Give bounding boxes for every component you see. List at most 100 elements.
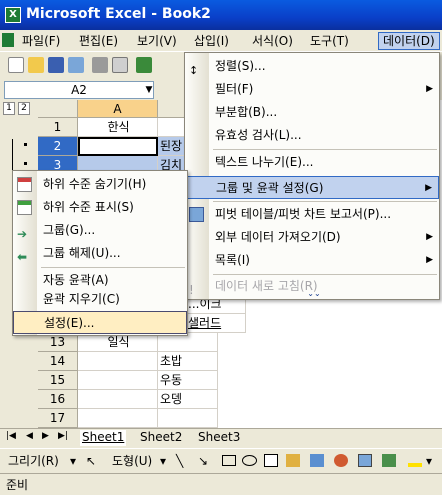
menu-edit[interactable]: 편집(E) (75, 32, 122, 50)
window-title: Microsoft Excel - Book2 (26, 6, 211, 22)
tab-sheet3[interactable]: Sheet3 (196, 430, 242, 446)
hide-detail-icon (17, 177, 32, 192)
menu-data[interactable]: 데이터(D) (378, 32, 440, 50)
menu-item-subtotals[interactable]: 부분합(B)... (185, 101, 439, 124)
open-icon[interactable] (28, 57, 44, 73)
name-box[interactable]: A2 (4, 81, 154, 99)
clipart-icon[interactable] (334, 454, 348, 467)
row-header[interactable]: 17 (38, 409, 78, 428)
arrow-icon[interactable]: ↘ (198, 453, 208, 469)
submenu-arrow-icon: ▶ (426, 255, 433, 265)
menu-format[interactable]: 서식(O) (248, 32, 297, 50)
fill-color-icon[interactable] (408, 454, 422, 467)
menu-item-text-to-columns[interactable]: 텍스트 나누기(E)... (185, 151, 439, 174)
cell-b12[interactable]: 샐러드 (186, 314, 246, 333)
rectangle-icon[interactable] (222, 455, 236, 466)
sheet-tab-bar: |◀ ◀ ▶ ▶| Sheet1 Sheet2 Sheet3 (0, 428, 442, 446)
first-sheet-icon[interactable]: |◀ (6, 431, 16, 441)
menu-item-import-data[interactable]: 외부 데이터 가져오기(D) ▶ (185, 226, 439, 249)
status-bar (0, 473, 442, 495)
data-menu: ↕ 정렬(S)... 필터(F) ▶ 부분합(B)... 유효성 검사(L)..… (184, 52, 440, 300)
print-preview-icon[interactable] (112, 57, 128, 73)
insert-picture-icon[interactable] (358, 454, 372, 467)
drawing-toolbar: 그리기(R) ▾ ↖ 도형(U) ▾ ╲ ↘ ▾ (0, 448, 442, 472)
last-sheet-icon[interactable]: ▶| (58, 431, 68, 441)
permission-icon[interactable] (68, 57, 84, 73)
cell-a14[interactable] (78, 352, 158, 371)
outline-level-2-button[interactable]: 2 (18, 102, 30, 115)
submenu-arrow-icon: ▶ (426, 84, 433, 94)
exclamation-icon: ! (189, 283, 194, 297)
row-header[interactable]: 14 (38, 352, 78, 371)
pivot-table-icon (189, 207, 204, 222)
submenu-arrow-icon: ▶ (425, 183, 432, 193)
cell-b15[interactable]: 우동 (158, 371, 218, 390)
chevron-down-icon[interactable]: ▼ (143, 82, 155, 98)
tab-sheet1[interactable]: Sheet1 (80, 430, 127, 446)
cell-a2[interactable] (78, 137, 158, 156)
cell-a15[interactable] (78, 371, 158, 390)
select-objects-icon[interactable]: ↖ (86, 453, 96, 469)
dropdown-arrow-icon[interactable]: ▾ (160, 453, 166, 469)
row-header[interactable]: 16 (38, 390, 78, 409)
oval-icon[interactable] (242, 455, 257, 466)
menu-tools[interactable]: 도구(T) (306, 32, 353, 50)
menu-view[interactable]: 보기(V) (133, 32, 181, 50)
sort-icon: ↕ (189, 64, 199, 77)
row-header[interactable]: 15 (38, 371, 78, 390)
excel-app-icon[interactable]: X (5, 7, 21, 23)
select-all-corner[interactable] (38, 100, 78, 118)
next-sheet-icon[interactable]: ▶ (42, 431, 49, 441)
menu-item-group-outline[interactable]: 그룹 및 윤곽 설정(G) ▶ (185, 176, 439, 199)
menu-item-settings[interactable]: 설정(E)... (13, 311, 187, 334)
expand-menu-chevron-icon[interactable]: ⌄⌄ (307, 289, 321, 299)
row-header[interactable]: 1 (38, 118, 78, 137)
menu-separator (41, 267, 185, 268)
spelling-icon[interactable] (136, 57, 152, 73)
menu-bar: 파일(F) 편집(E) 보기(V) 삽입(I) 서식(O) 도구(T) 데이터(… (0, 30, 442, 52)
menu-separator (213, 149, 437, 150)
wordart-icon[interactable] (286, 454, 300, 467)
cell-a17[interactable] (78, 409, 158, 428)
menu-separator (213, 274, 437, 275)
status-text: 준비 (6, 478, 29, 492)
dropdown-arrow-icon[interactable]: ▾ (70, 453, 76, 469)
prev-sheet-icon[interactable]: ◀ (26, 431, 33, 441)
menu-item-show-detail[interactable]: 하위 수준 표시(S) (13, 196, 187, 219)
menu-file[interactable]: 파일(F) (18, 32, 64, 50)
print-icon[interactable] (92, 57, 108, 73)
textbox-icon[interactable] (264, 454, 278, 467)
menu-item-sort[interactable]: ↕ 정렬(S)... (185, 55, 439, 78)
menu-item-ungroup[interactable]: ⬅ 그룹 해제(U)... (13, 242, 187, 265)
dropdown-arrow-icon[interactable]: ▾ (426, 453, 432, 469)
new-icon[interactable] (8, 57, 24, 73)
menu-item-clear-outline[interactable]: 윤곽 지우기(C) (13, 288, 187, 311)
cell-a1[interactable]: 한식 (78, 118, 158, 137)
outline-dot (24, 143, 27, 146)
diagram-icon[interactable] (310, 454, 324, 467)
column-header-a[interactable]: A (78, 100, 158, 118)
menu-item-validation[interactable]: 유효성 검사(L)... (185, 124, 439, 147)
menu-item-hide-detail[interactable]: 하위 수준 숨기기(H) (13, 173, 187, 196)
menu-insert[interactable]: 삽입(I) (190, 32, 233, 50)
menu-item-filter[interactable]: 필터(F) ▶ (185, 78, 439, 101)
outline-level-1-button[interactable]: 1 (3, 102, 15, 115)
cell-b16[interactable]: 오뎅 (158, 390, 218, 409)
tab-sheet2[interactable]: Sheet2 (138, 430, 184, 446)
autoshapes-button[interactable]: 도형(U) (112, 453, 152, 469)
save-icon[interactable] (48, 57, 64, 73)
menu-item-group[interactable]: ➔ 그룹(G)... (13, 219, 187, 242)
menu-item-pivot-table[interactable]: 피벗 테이블/피벗 차트 보고서(P)... (185, 203, 439, 226)
menu-item-list[interactable]: 목록(I) ▶ (185, 249, 439, 272)
picture-icon[interactable] (382, 454, 396, 467)
cell-b14[interactable]: 초밥 (158, 352, 218, 371)
document-icon[interactable] (2, 33, 14, 47)
draw-menu-button[interactable]: 그리기(R) (8, 453, 59, 469)
menu-separator (213, 201, 437, 202)
ungroup-arrow-icon: ⬅ (17, 250, 28, 264)
cell-a16[interactable] (78, 390, 158, 409)
line-icon[interactable]: ╲ (176, 453, 183, 469)
cell-b17[interactable] (158, 409, 218, 428)
group-arrow-icon: ➔ (17, 227, 28, 241)
row-header[interactable]: 2 (38, 137, 78, 156)
